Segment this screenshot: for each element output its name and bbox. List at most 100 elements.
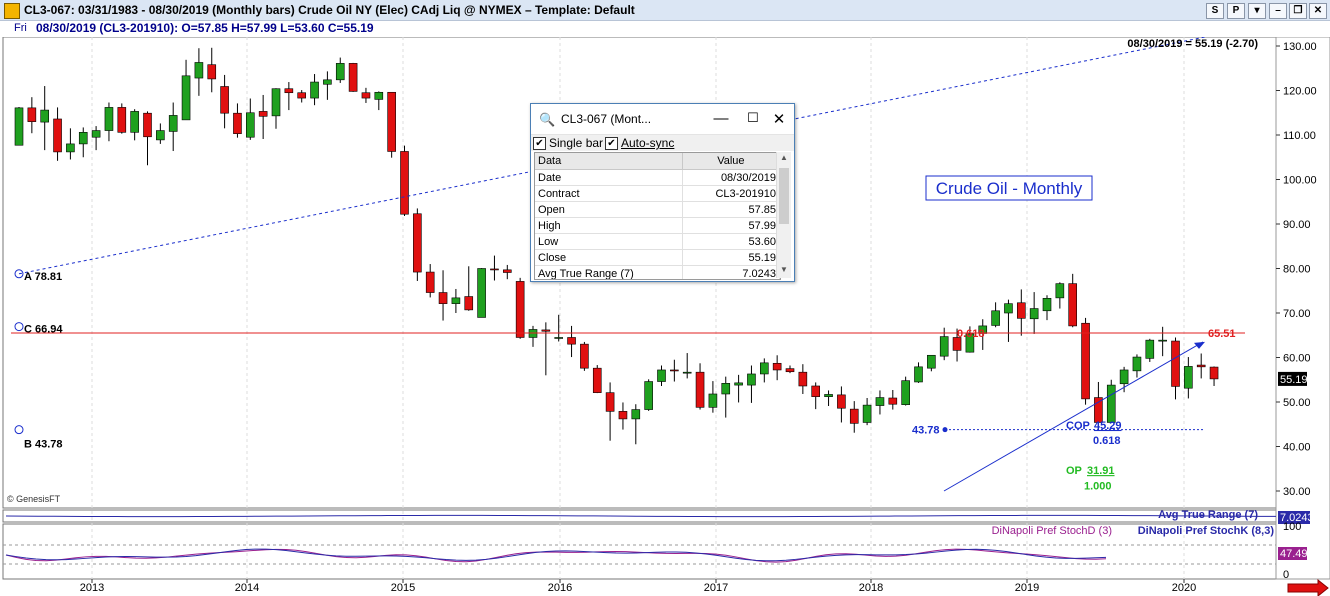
candle-body <box>1106 384 1116 423</box>
b-level-dot <box>942 427 948 433</box>
candle-body <box>1068 283 1077 327</box>
candle-body <box>502 269 512 273</box>
candle-body <box>348 63 358 92</box>
x-tick-label: 2017 <box>704 582 728 594</box>
candle-body <box>464 296 474 311</box>
title-bar: CL3-067: 03/31/1983 - 08/30/2019 (Monthl… <box>0 0 1330 21</box>
candle-body <box>194 62 204 79</box>
candle-body <box>554 337 564 339</box>
table-row: Close 55.19 <box>535 249 780 266</box>
close-icon[interactable]: ✕ <box>769 110 789 128</box>
candle-body <box>1042 298 1052 312</box>
candle-body <box>695 371 705 408</box>
stochd-label: DiNapoli Pref StochD (3) <box>992 525 1112 537</box>
candle-body <box>53 118 62 153</box>
header-data[interactable]: Data <box>535 153 683 170</box>
minimize-icon[interactable]: — <box>711 110 731 127</box>
day-label: Fri <box>14 22 27 34</box>
resistance-value-label: 65.51 <box>1208 328 1236 340</box>
op-label: OP <box>1066 465 1082 477</box>
candle-body <box>605 392 615 412</box>
candle-body <box>1016 302 1026 319</box>
candle-body <box>271 88 281 117</box>
candle-body <box>939 336 949 357</box>
row-value: 55.19 <box>682 249 780 266</box>
p-button[interactable]: P <box>1227 3 1245 19</box>
candle-body <box>156 130 165 141</box>
data-window[interactable]: 🔍 CL3-067 (Mont... — ☐ ✕ ✔ Single bar ✔ … <box>530 103 795 282</box>
pivot-c-label: C 66.94 <box>24 324 63 336</box>
candle-body <box>670 369 679 372</box>
table-row: Open 57.85 <box>535 201 780 218</box>
table-row: Date 08/30/2019 <box>535 169 780 186</box>
candle-body <box>27 107 37 122</box>
y-tick-label: 90.00 <box>1283 219 1311 231</box>
candle-body <box>875 397 885 406</box>
candle-body <box>66 143 75 153</box>
row-label: Contract <box>535 185 683 202</box>
scroll-up-icon[interactable]: ▲ <box>777 153 791 165</box>
last-price-label: 55.19 <box>1280 374 1308 386</box>
candle-body <box>772 362 782 371</box>
y-tick-label: 130.00 <box>1283 41 1317 53</box>
data-window-titlebar[interactable]: 🔍 CL3-067 (Mont... — ☐ ✕ <box>531 104 794 134</box>
candle-body <box>811 385 821 397</box>
table-row: High 57.99 <box>535 217 780 234</box>
x-tick-label: 2015 <box>391 582 415 594</box>
candle-body <box>1029 308 1039 320</box>
maximize-icon[interactable]: ☐ <box>743 110 763 126</box>
candle-body <box>849 408 859 424</box>
candle-body <box>400 151 409 215</box>
pivot-b-label: B 43.78 <box>24 439 63 451</box>
candle-body <box>207 64 217 80</box>
restore-button[interactable]: ❐ <box>1289 3 1307 19</box>
data-window-options: ✔ Single bar ✔ Auto-sync <box>531 134 794 151</box>
candle-body <box>824 394 833 397</box>
candle-body <box>541 329 551 332</box>
data-grid-scrollbar[interactable]: ▲ ▼ <box>776 152 791 278</box>
table-row: Low 53.60 <box>535 233 780 250</box>
last-close-note: 08/30/2019 = 55.19 (-2.70) <box>1127 38 1258 50</box>
s-button[interactable]: S <box>1206 3 1224 19</box>
auto-sync-label: Auto-sync <box>621 136 675 150</box>
x-tick-label: 2020 <box>1172 582 1196 594</box>
y-tick-label: 70.00 <box>1283 308 1311 320</box>
candle-body <box>233 112 242 134</box>
header-value[interactable]: Value <box>682 153 780 170</box>
row-label: Low <box>535 233 683 250</box>
candle-body <box>1081 322 1090 400</box>
chart-title: Crude Oil - Monthly <box>936 179 1083 198</box>
candle-body <box>657 369 666 382</box>
stoch-tick-0: 0 <box>1283 569 1289 581</box>
candle-body <box>644 381 653 410</box>
fib-ratio-label: 0.618 <box>957 328 985 340</box>
candle-body <box>798 371 808 387</box>
y-tick-label: 30.00 <box>1283 486 1311 498</box>
candle-body <box>1055 283 1065 299</box>
candle-body <box>734 382 743 386</box>
x-tick-label: 2013 <box>80 582 104 594</box>
row-value: 53.60 <box>682 233 780 250</box>
candle-body <box>1094 397 1103 423</box>
close-button[interactable]: ✕ <box>1309 3 1327 19</box>
candle-body <box>438 292 448 304</box>
y-tick-label: 110.00 <box>1283 130 1316 142</box>
candle-body <box>297 92 307 99</box>
scroll-down-icon[interactable]: ▼ <box>777 265 791 277</box>
candle-body <box>323 79 332 85</box>
candle-body <box>1171 340 1180 387</box>
single-bar-checkbox[interactable]: ✔ <box>533 137 546 150</box>
candle-body <box>14 107 24 146</box>
candle-body <box>785 368 795 373</box>
candle-body <box>258 111 268 117</box>
candle-body <box>246 112 255 138</box>
auto-sync-checkbox[interactable]: ✔ <box>605 137 618 150</box>
single-bar-label: Single bar <box>549 136 604 150</box>
scroll-thumb[interactable] <box>779 168 789 224</box>
data-window-title: CL3-067 (Mont... <box>561 112 652 126</box>
candle-body <box>708 393 718 408</box>
minimize-button[interactable]: – <box>1269 3 1287 19</box>
candle-body <box>1004 303 1013 314</box>
window-title: CL3-067: 03/31/1983 - 08/30/2019 (Monthl… <box>24 3 635 17</box>
dropdown-button[interactable]: ▾ <box>1248 3 1266 19</box>
